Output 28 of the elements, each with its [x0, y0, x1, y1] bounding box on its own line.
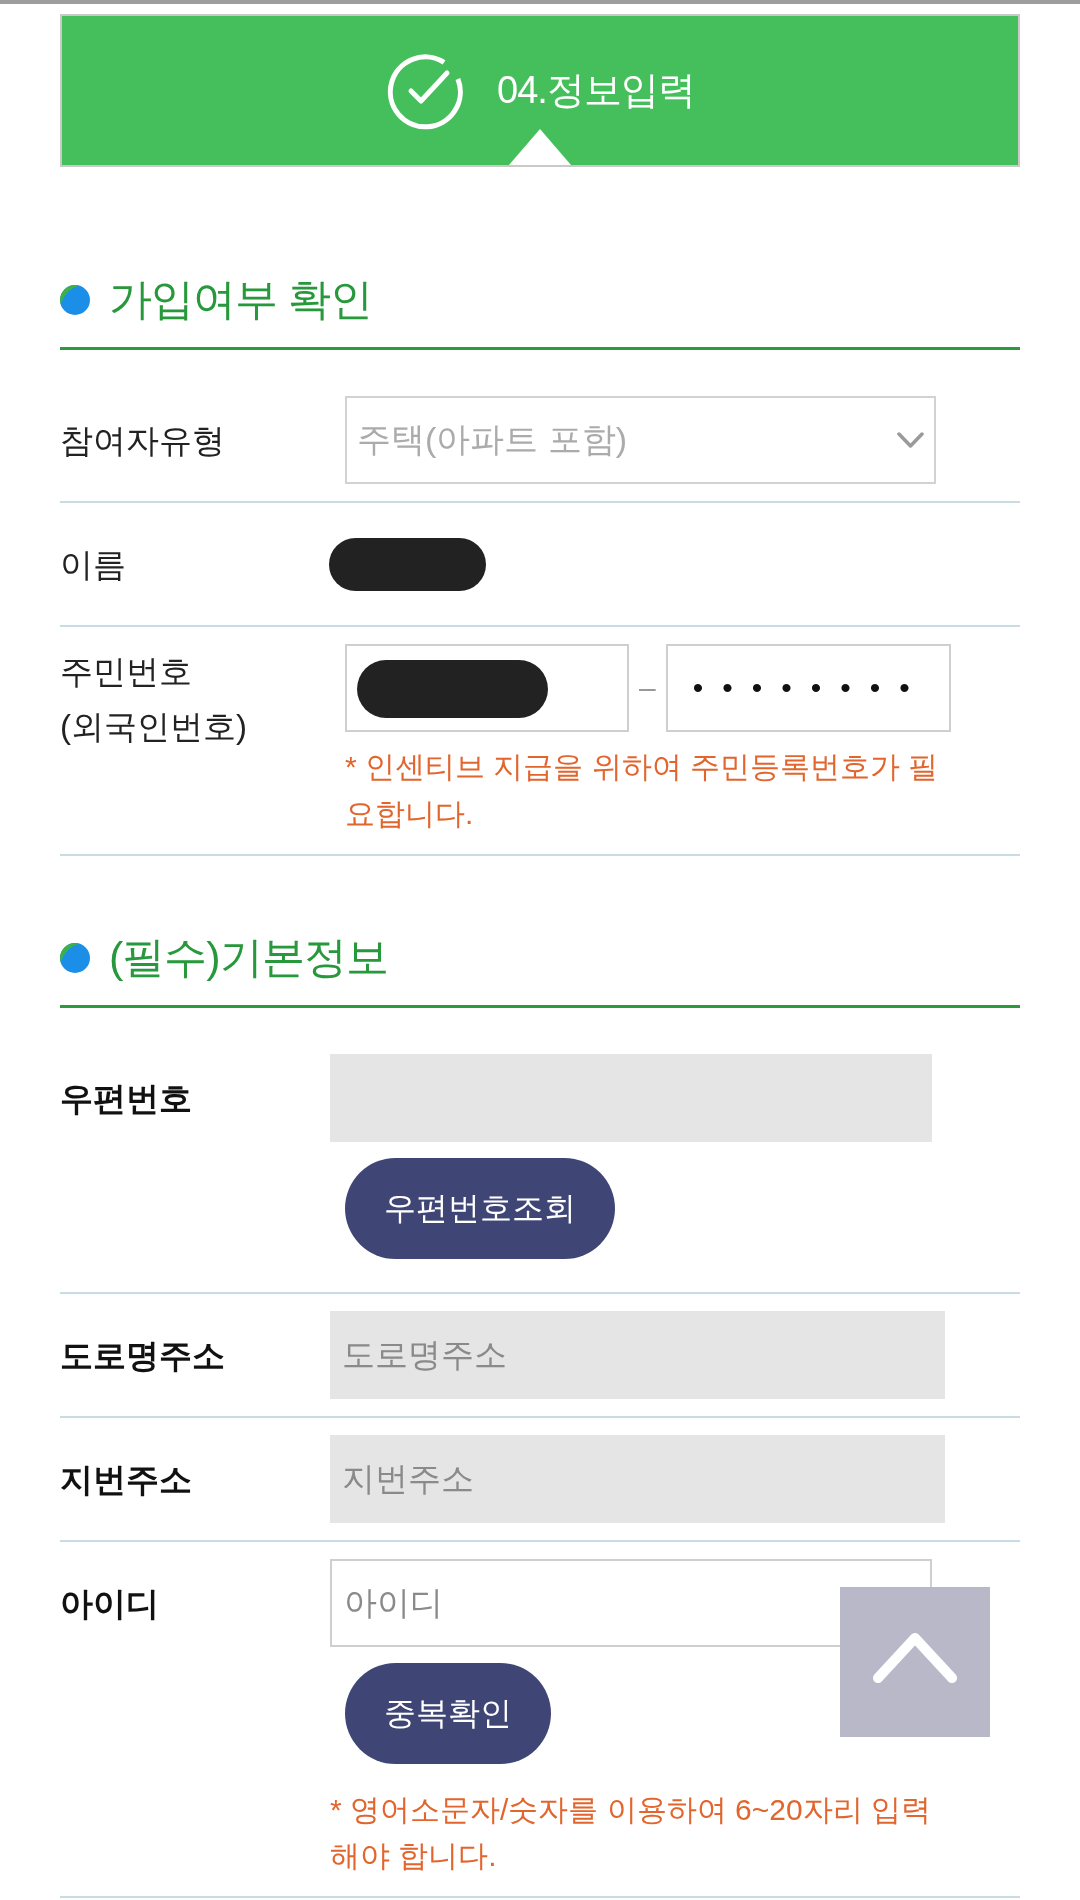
note-text: * 인센티브 지급을 위하여 주민등록번호가 필요합니다.: [345, 749, 940, 832]
field-label: 도로명주소: [60, 1335, 225, 1376]
chevron-up-icon: [873, 1633, 957, 1683]
input-field[interactable]: 지번주소: [330, 1435, 945, 1523]
note-text: * 영어소문자/숫자를 이용하여 6~20자리 입력해야 합니다.: [330, 1792, 932, 1874]
action-button[interactable]: 우편번호조회: [345, 1158, 615, 1259]
section-title: 가입여부 확인: [109, 274, 372, 325]
action-button[interactable]: 중복확인: [345, 1663, 551, 1764]
field-label: 이름: [60, 544, 126, 585]
input-field[interactable]: [345, 644, 629, 732]
input-field[interactable]: 도로명주소: [330, 1311, 945, 1399]
chevron-down-icon: [897, 431, 924, 449]
field-label: 우편번호: [60, 1078, 192, 1119]
separator-text: –: [639, 671, 656, 705]
triangle-icon: [509, 129, 571, 165]
input-field[interactable]: 아이디: [330, 1559, 932, 1647]
scroll-top-button[interactable]: [840, 1587, 990, 1737]
section-title: (필수)기본정보: [109, 932, 388, 983]
check-circle-icon: [385, 51, 464, 130]
password-field[interactable]: ••••••••: [665, 644, 951, 732]
field-label: 주민번호 (외국인번호): [60, 652, 248, 747]
field-label: 참여자유형: [60, 420, 225, 461]
step-title: 04.정보입력: [497, 68, 695, 113]
input-field[interactable]: [330, 1054, 932, 1142]
field-label: 아이디: [60, 1583, 159, 1624]
field-label: 지번주소: [60, 1459, 192, 1500]
bullet-icon: [60, 285, 90, 315]
bullet-icon: [60, 943, 90, 973]
